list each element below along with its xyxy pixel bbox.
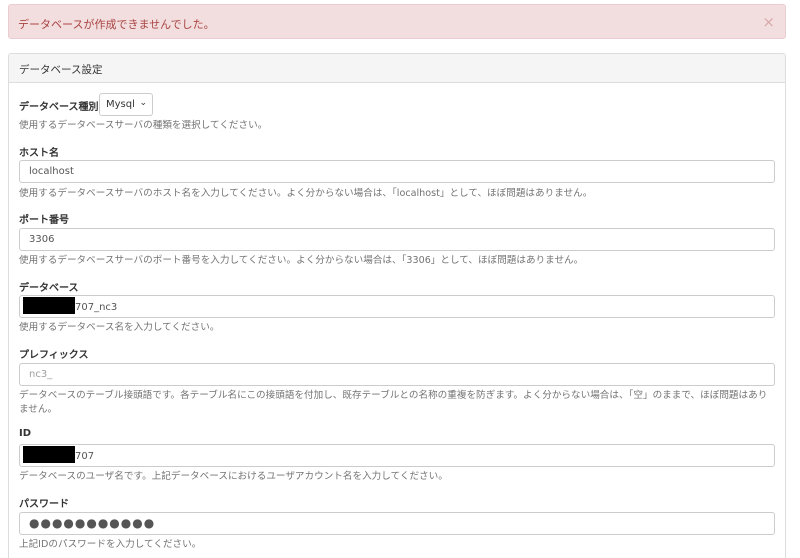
database-settings-panel: データベース設定 データベース種別 Mysql ⌄ 使用するデータベースサーバの…: [8, 53, 786, 558]
port-input[interactable]: 3306: [19, 228, 775, 251]
db-type-selected-value: Mysql: [106, 99, 135, 110]
db-type-help: 使用するデータベースサーバの種類を選択してください。: [19, 120, 268, 131]
port-help: 使用するデータベースサーバのポート番号を入力してください。よく分からない場合は、…: [19, 255, 584, 266]
db-type-label: データベース種別: [19, 102, 99, 113]
database-input[interactable]: 707_nc3: [19, 295, 775, 318]
host-input[interactable]: localhost: [19, 160, 775, 183]
redaction-block: [23, 297, 75, 314]
user-id-input[interactable]: 707: [19, 444, 775, 467]
prefix-placeholder: nc3_: [29, 369, 53, 380]
host-help: 使用するデータベースサーバのホスト名を入力してください。よく分からない場合は、「…: [19, 188, 593, 199]
database-help: 使用するデータベース名を入力してください。: [19, 322, 220, 333]
redaction-block: [23, 446, 75, 463]
password-input[interactable]: ●●●●●●●●●●●: [19, 512, 775, 535]
db-type-select[interactable]: Mysql ⌄: [99, 93, 153, 116]
host-label: ホスト名: [19, 148, 59, 159]
host-value: localhost: [29, 166, 74, 177]
database-label: データベース: [19, 283, 79, 294]
panel-title: データベース設定: [9, 54, 785, 83]
error-alert: データベースが作成できませんでした。 ×: [8, 4, 786, 39]
user-id-label: ID: [19, 428, 32, 439]
close-icon[interactable]: ×: [762, 13, 775, 31]
prefix-help: データベースのテーブル接頭語です。各テーブル名にこの接頭語を付加し、既存テーブル…: [19, 390, 768, 415]
user-id-help: データベースのユーザ名です。上記データベースにおけるユーザアカウント名を入力して…: [19, 471, 448, 482]
port-value: 3306: [29, 234, 55, 245]
password-label: パスワード: [19, 499, 69, 510]
database-value: 707_nc3: [75, 302, 118, 313]
alert-message: データベースが作成できませんでした。: [18, 18, 215, 31]
password-help: 上記IDのパスワードを入力してください。: [19, 539, 202, 550]
prefix-input[interactable]: nc3_: [19, 363, 775, 386]
prefix-label: プレフィックス: [19, 350, 89, 361]
password-mask: ●●●●●●●●●●●: [29, 516, 156, 530]
chevron-down-icon: ⌄: [139, 98, 147, 108]
port-label: ポート番号: [19, 215, 69, 226]
user-id-value: 707: [75, 451, 95, 462]
